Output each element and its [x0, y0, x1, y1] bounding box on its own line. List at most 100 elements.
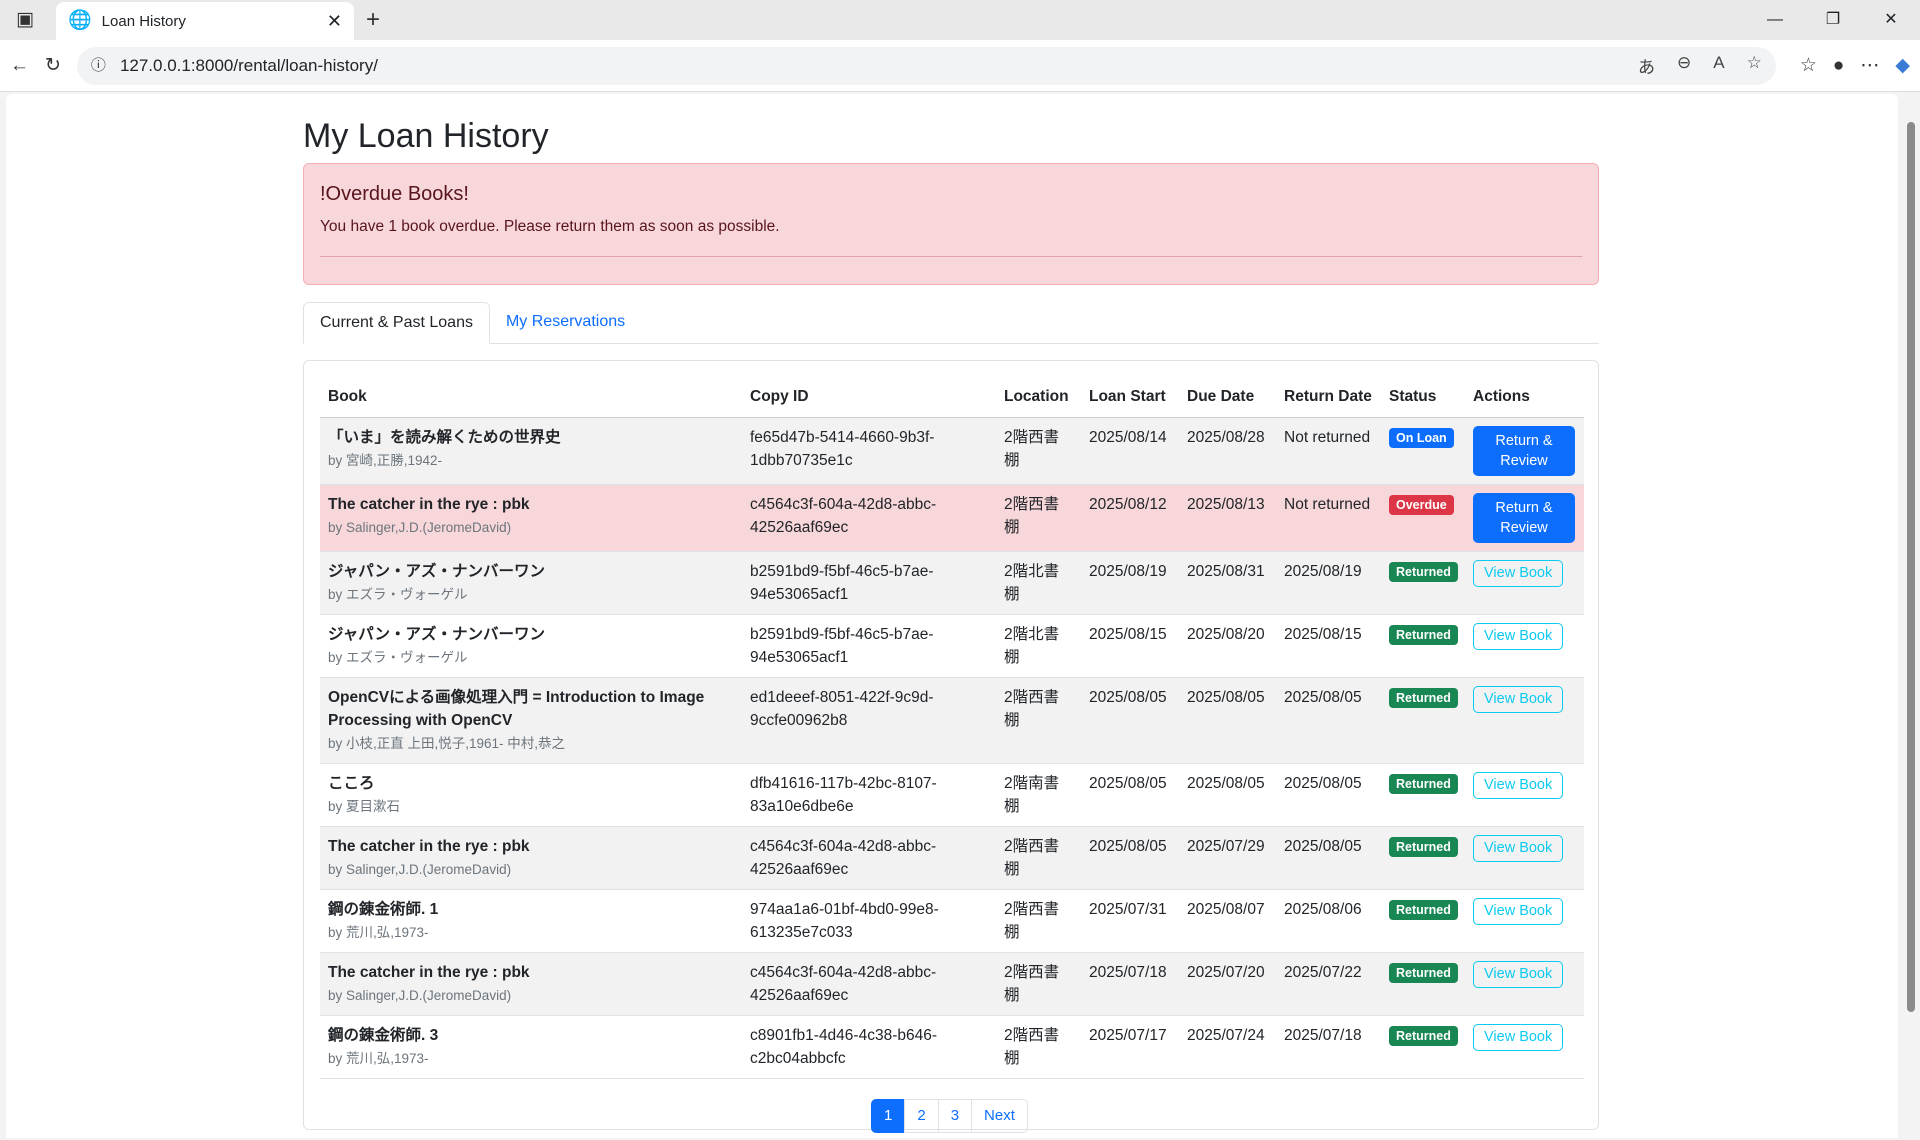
due-date: 2025/08/28 [1179, 417, 1276, 485]
status-badge: Returned [1389, 836, 1458, 857]
return-date: 2025/08/05 [1276, 677, 1381, 764]
column-header: Book [320, 377, 742, 418]
return-review-button[interactable]: Return & Review [1473, 492, 1575, 543]
view-book-button[interactable]: View Book [1473, 559, 1564, 587]
profile-avatar-icon[interactable]: ● [1833, 54, 1844, 78]
status-badge: Returned [1389, 687, 1458, 708]
book-title[interactable]: こころ [328, 772, 734, 795]
close-tab-icon[interactable]: ✕ [327, 11, 342, 32]
due-date: 2025/08/05 [1179, 677, 1276, 764]
loan-start: 2025/07/17 [1081, 1015, 1179, 1079]
view-book-button[interactable]: View Book [1473, 622, 1564, 650]
copy-id: c4564c3f-604a-42d8-abbc-42526aaf69ec [742, 484, 996, 552]
location: 2階西書棚 [996, 1015, 1081, 1079]
book-author: by エズラ・ヴォーゲル [328, 649, 468, 665]
page-link[interactable]: 2 [904, 1099, 939, 1133]
book-author: by 荒川,弘,1973- [328, 924, 429, 940]
due-date: 2025/08/20 [1179, 614, 1276, 678]
book-author: by 荒川,弘,1973- [328, 1050, 429, 1066]
alert-divider [320, 256, 1582, 257]
scrollbar-thumb[interactable] [1907, 122, 1915, 1012]
reload-icon[interactable]: ↻ [45, 54, 61, 78]
due-date: 2025/08/05 [1179, 763, 1276, 827]
copy-id: c4564c3f-604a-42d8-abbc-42526aaf69ec [742, 826, 996, 890]
due-date: 2025/08/07 [1179, 889, 1276, 953]
return-date: 2025/08/19 [1276, 551, 1381, 615]
copilot-icon[interactable]: ◆ [1895, 54, 1910, 78]
due-date: 2025/08/31 [1179, 551, 1276, 615]
return-date: 2025/08/05 [1276, 763, 1381, 827]
page-link[interactable]: 3 [937, 1099, 973, 1133]
location: 2階西書棚 [996, 952, 1081, 1016]
zoom-out-icon[interactable]: ⊖ [1677, 53, 1691, 78]
loan-start: 2025/08/05 [1081, 677, 1179, 764]
sidebar-toggle-icon[interactable]: ▣ [16, 8, 34, 32]
view-book-button[interactable]: View Book [1473, 834, 1564, 862]
page-content: My Loan History !Overdue Books! You have… [6, 94, 1898, 1138]
close-window-icon[interactable]: ✕ [1862, 0, 1920, 40]
book-title[interactable]: OpenCVによる画像処理入門 = Introduction to Image … [328, 686, 734, 732]
table-row: The catcher in the rye : pbk by Salinger,… [320, 484, 1584, 552]
book-author: by Salinger,J.D.(JeromeDavid) [328, 861, 512, 877]
page-title: My Loan History [303, 117, 549, 155]
location: 2階西書棚 [996, 826, 1081, 890]
minimize-icon[interactable]: — [1746, 0, 1804, 40]
scrollbar[interactable] [1904, 100, 1916, 1130]
status-badge: Returned [1389, 962, 1458, 983]
loan-start: 2025/08/19 [1081, 551, 1179, 615]
back-icon[interactable]: ← [10, 54, 29, 78]
loan-start: 2025/08/14 [1081, 417, 1179, 485]
view-book-button[interactable]: View Book [1473, 771, 1564, 799]
address-bar[interactable]: ⓘ 127.0.0.1:8000/rental/loan-history/ あ … [76, 46, 1776, 85]
book-title[interactable]: 鋼の錬金術師. 1 [328, 898, 734, 921]
address-bar-row: ← ↻ ⓘ 127.0.0.1:8000/rental/loan-history… [0, 40, 1920, 92]
translate-icon[interactable]: あ [1638, 53, 1655, 78]
loan-start: 2025/08/12 [1081, 484, 1179, 552]
book-title[interactable]: ジャパン・アズ・ナンバーワン [328, 560, 734, 583]
return-date: Not returned [1276, 484, 1381, 552]
loan-tabs: Current & Past Loans My Reservations [303, 302, 1599, 344]
book-author: by 宮崎,正勝,1942- [328, 452, 443, 468]
browser-tab[interactable]: 🌐 Loan History ✕ [56, 2, 354, 40]
book-title[interactable]: The catcher in the rye : pbk [328, 493, 734, 516]
info-icon[interactable]: ⓘ [91, 54, 106, 78]
book-author: by Salinger,J.D.(JeromeDavid) [328, 987, 512, 1003]
loan-start: 2025/08/05 [1081, 826, 1179, 890]
return-date: Not returned [1276, 417, 1381, 485]
copy-id: fe65d47b-5414-4660-9b3f-1dbb70735e1c [742, 417, 996, 485]
book-title[interactable]: ジャパン・アズ・ナンバーワン [328, 623, 734, 646]
return-review-button[interactable]: Return & Review [1473, 425, 1575, 476]
page-link[interactable]: Next [971, 1099, 1028, 1133]
table-row: 「いま」を読み解くための世界史 by 宮崎,正勝,1942- fe65d47b-5… [320, 417, 1584, 485]
book-title[interactable]: 鋼の錬金術師. 3 [328, 1024, 734, 1047]
view-book-button[interactable]: View Book [1473, 897, 1564, 925]
view-book-button[interactable]: View Book [1473, 685, 1564, 713]
table-row: ジャパン・アズ・ナンバーワン by エズラ・ヴォーゲル b2591bd9-f5bf… [320, 614, 1584, 678]
restore-icon[interactable]: ❐ [1804, 0, 1862, 40]
pagination: 1 2 3 Next [871, 1099, 1028, 1133]
book-title[interactable]: 「いま」を読み解くための世界史 [328, 426, 734, 449]
url-text[interactable]: 127.0.0.1:8000/rental/loan-history/ [120, 56, 378, 76]
book-title[interactable]: The catcher in the rye : pbk [328, 961, 734, 984]
view-book-button[interactable]: View Book [1473, 960, 1564, 988]
page-link[interactable]: 1 [871, 1099, 906, 1133]
return-date: 2025/07/18 [1276, 1015, 1381, 1079]
due-date: 2025/07/29 [1179, 826, 1276, 890]
table-row: The catcher in the rye : pbk by Salinger,… [320, 826, 1584, 890]
favorite-star-icon[interactable]: ☆ [1747, 53, 1762, 78]
read-aloud-icon[interactable]: A [1713, 53, 1724, 78]
overdue-alert: !Overdue Books! You have 1 book overdue.… [303, 163, 1599, 285]
favorites-icon[interactable]: ☆ [1800, 54, 1817, 78]
copy-id: 974aa1a6-01bf-4bd0-99e8-613235e7c033 [742, 889, 996, 953]
browser-tab-bar: ▣ 🌐 Loan History ✕ + — ❐ ✕ [0, 0, 1920, 40]
column-header: Actions [1465, 377, 1584, 418]
book-title[interactable]: The catcher in the rye : pbk [328, 835, 734, 858]
view-book-button[interactable]: View Book [1473, 1023, 1564, 1051]
more-menu-icon[interactable]: ⋯ [1860, 54, 1879, 78]
alert-heading: !Overdue Books! [320, 183, 469, 205]
book-author: by 夏目漱石 [328, 798, 401, 814]
new-tab-icon[interactable]: + [366, 8, 380, 32]
table-row: OpenCVによる画像処理入門 = Introduction to Image … [320, 677, 1584, 764]
tab-current-past-loans[interactable]: Current & Past Loans [303, 302, 490, 344]
tab-my-reservations[interactable]: My Reservations [490, 302, 641, 343]
